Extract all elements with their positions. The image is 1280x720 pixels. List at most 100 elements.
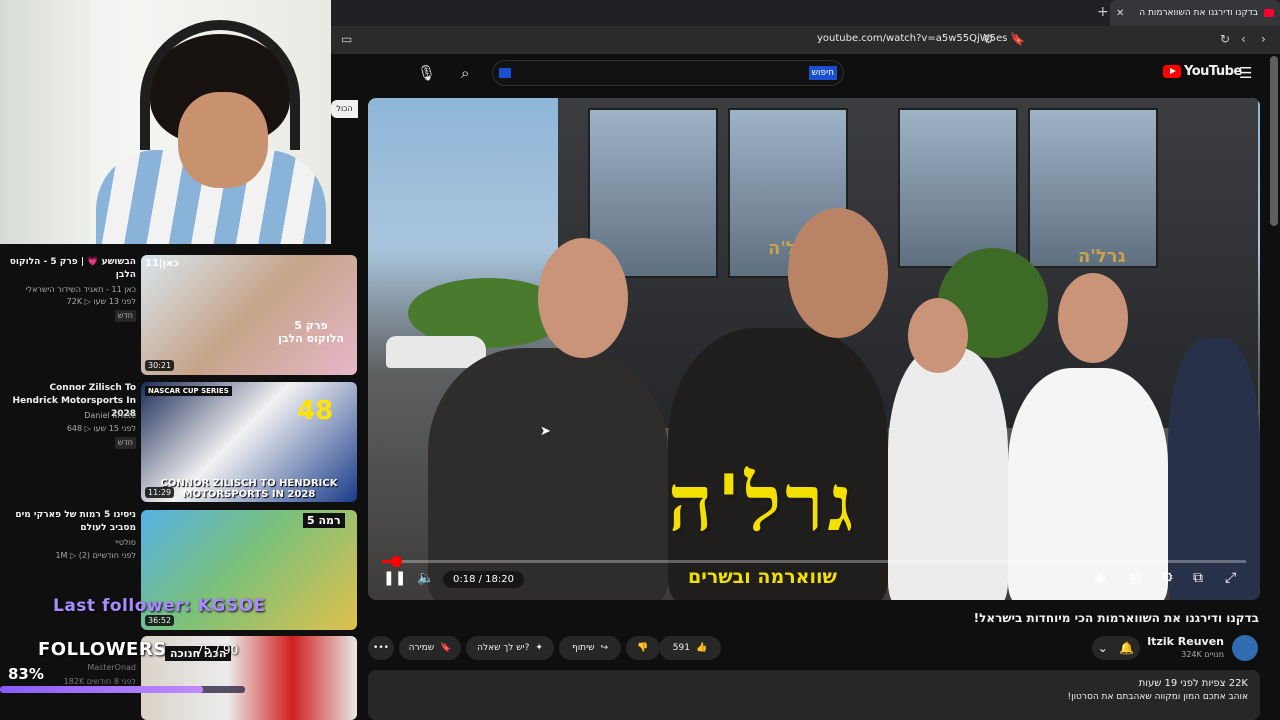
new-tab-button[interactable]: + [1097, 4, 1109, 20]
search-text-selection [499, 68, 511, 78]
youtube-play-icon [1163, 65, 1181, 78]
webcam-overlay [0, 0, 331, 244]
person-far-right-shirt [1008, 368, 1168, 600]
last-follower-overlay: Last follower: KGSOE [53, 596, 266, 616]
url-text[interactable]: youtube.com/watch?v=a5w55QjW5es [817, 33, 1007, 44]
recommendation-channel[interactable]: Daniel Kriete [4, 410, 136, 422]
save-button[interactable]: שמירה 🔖 [399, 636, 461, 660]
chevron-down-icon: ⌄ [1097, 641, 1108, 655]
thumbnail-car-number: 48 [297, 396, 334, 426]
parked-car [386, 336, 486, 368]
youtube-header: 🎙 ⌕ חיפוש YouTube ☰ [331, 54, 1280, 92]
bookmark-save-icon: 🔖 [440, 643, 452, 653]
save-label: שמירה [408, 643, 435, 653]
site-settings-icon[interactable]: ⚙ [983, 32, 994, 46]
hamburger-icon[interactable]: ☰ [1239, 64, 1252, 82]
person-left-head [538, 238, 628, 358]
followers-count: 75 / 90 [196, 643, 239, 657]
channel-name[interactable]: Itzik Reuven [1147, 635, 1224, 648]
recommendation-title[interactable]: ניסינו 5 רמות של פארקי מים מסביב לעולם [4, 509, 136, 535]
thumbnail-caption: פרק 5 הלוקוס הלבן [278, 319, 344, 345]
subtitles-icon[interactable]: ▤ [1129, 570, 1142, 586]
recommendation-thumbnail[interactable]: NASCAR CUP SERIES 48 CONNOR ZILISCH TO H… [141, 382, 357, 502]
recommendation-meta: 72K ▷ לפני 13 שעו [66, 297, 136, 306]
person-center-head [788, 208, 888, 338]
sparkle-icon: ✦ [535, 643, 543, 653]
miniplayer-icon[interactable]: ⧉ [1193, 570, 1203, 586]
subscriber-count: 324K מנויים [1181, 650, 1224, 659]
video-duration: 36:52 [145, 615, 175, 626]
recommendation-thumbnail[interactable]: כאן|11 פרק 5 הלוקוס הלבן 30:21 [141, 255, 357, 375]
thumbnail-channel-mark: כאן|11 [145, 258, 179, 269]
volume-icon[interactable]: 🔈 [417, 570, 434, 586]
followers-label: FOLLOWERS [38, 639, 167, 660]
share-arrow-icon: ↪ [600, 643, 609, 653]
like-count: 591 [672, 643, 690, 653]
more-dots-icon: ••• [373, 643, 389, 653]
mouse-cursor-icon: ➤ [540, 424, 551, 439]
tab-close-icon[interactable]: ✕ [1116, 8, 1124, 19]
recommendation-channel[interactable]: כאן 11 - תאגיד השידור הישראלי [4, 284, 136, 296]
reload-icon[interactable]: ↻ [1220, 32, 1230, 46]
back-arrow-icon[interactable]: ‹ [1241, 32, 1246, 46]
storefront-sign: גרל'ה [1078, 246, 1126, 267]
search-input[interactable]: חיפוש [492, 60, 844, 86]
follower-goal-fill [0, 686, 204, 693]
video-player[interactable]: גרל'ה גרל'ה גרל'ה שווארמה ובשרים ➤ ❚❚ 🔈 … [368, 98, 1260, 600]
follower-goal-widget: FOLLOWERS 75 / 90 83% [0, 636, 245, 694]
like-button[interactable]: 591 👍 [659, 636, 721, 660]
thumbnail-series-badge: NASCAR CUP SERIES [145, 386, 232, 396]
views-and-date: 22K צפיות לפני 19 שעות [1138, 678, 1248, 689]
video-duration: 30:21 [145, 360, 175, 371]
description-box[interactable]: 22K צפיות לפני 19 שעות אוהב אתכם המון ומ… [368, 670, 1260, 720]
new-badge: חדש [114, 310, 136, 322]
browser-tab-bar: + בדקנו ודירגנו את השווארמות ה ✕ [331, 0, 1280, 26]
recommendation-channel[interactable]: סולטיי [4, 537, 136, 549]
screen-cast-icon[interactable]: ▭ [341, 32, 352, 46]
new-badge-row: חדש [4, 437, 136, 449]
headphones-icon [140, 20, 300, 150]
ask-button[interactable]: יש לך שאלה? ✦ [466, 636, 554, 660]
new-badge-row: חדש [4, 310, 136, 322]
youtube-favicon-icon [1264, 9, 1274, 17]
autoplay-toggle-icon[interactable]: ◉ [1094, 570, 1106, 586]
progress-scrubber[interactable] [390, 556, 402, 567]
recommendation-title[interactable]: הבשושע 💗 | פרק 5 - הלוקוס הלבן [4, 256, 136, 282]
followers-percent: 83% [8, 665, 44, 683]
follower-goal-bar [0, 686, 245, 693]
share-label: שיתוף [571, 643, 595, 653]
time-display: 0:18 / 18:20 [443, 571, 525, 588]
new-badge: חדש [114, 437, 136, 449]
search-icon[interactable]: ⌕ [461, 64, 469, 82]
address-bar: ▭ youtube.com/watch?v=a5w55QjW5es ⚙ 🔖 ↻ … [331, 26, 1280, 54]
restaurant-logo-overlay: גרל'ה [668, 458, 858, 549]
bookmark-icon[interactable]: 🔖 [1010, 32, 1025, 46]
forward-arrow-icon[interactable]: › [1261, 32, 1266, 46]
recommendation-meta: 648 ▷ לפני 15 שעו [66, 424, 136, 433]
restaurant-subtitle-overlay: שווארמה ובשרים [688, 566, 837, 588]
bell-icon: 🔔 [1119, 641, 1135, 655]
dislike-button[interactable]: 👎 [626, 636, 660, 660]
fullscreen-icon[interactable]: ⤢ [1225, 570, 1236, 586]
recommendation-meta: 1M ▷ לפני חודשיים (2) [55, 551, 136, 560]
page-scrollbar[interactable] [1270, 56, 1278, 226]
person-far-right-head [1058, 273, 1128, 363]
thumbnail-caption: CONNOR ZILISCH TO HENDRICK MOTORSPORTS I… [160, 478, 338, 500]
youtube-logo[interactable]: YouTube [1163, 64, 1242, 79]
video-duration: 11:29 [145, 487, 175, 498]
search-button[interactable]: חיפוש [808, 66, 837, 80]
channel-avatar[interactable] [1232, 635, 1258, 661]
browser-tab[interactable]: בדקנו ודירגנו את השווארמות ה ✕ [1110, 0, 1280, 26]
microphone-icon[interactable]: 🎙 [417, 64, 436, 82]
tab-title: בדקנו ודירגנו את השווארמות ה [1139, 8, 1258, 18]
settings-gear-icon[interactable]: ⚙ [1161, 570, 1174, 586]
youtube-brand-text: YouTube [1184, 64, 1242, 79]
progress-bar[interactable] [382, 556, 1246, 567]
thumbs-up-icon: 👍 [695, 643, 708, 653]
more-actions-button[interactable]: ••• [368, 636, 394, 660]
thumbnail-level-badge: רמה 5 [303, 513, 345, 528]
chip-all[interactable]: הכול [331, 100, 358, 118]
pause-icon[interactable]: ❚❚ [383, 570, 406, 586]
share-button[interactable]: שיתוף ↪ [559, 636, 621, 660]
subscribed-bell-button[interactable]: ⌄ 🔔 [1092, 636, 1140, 660]
